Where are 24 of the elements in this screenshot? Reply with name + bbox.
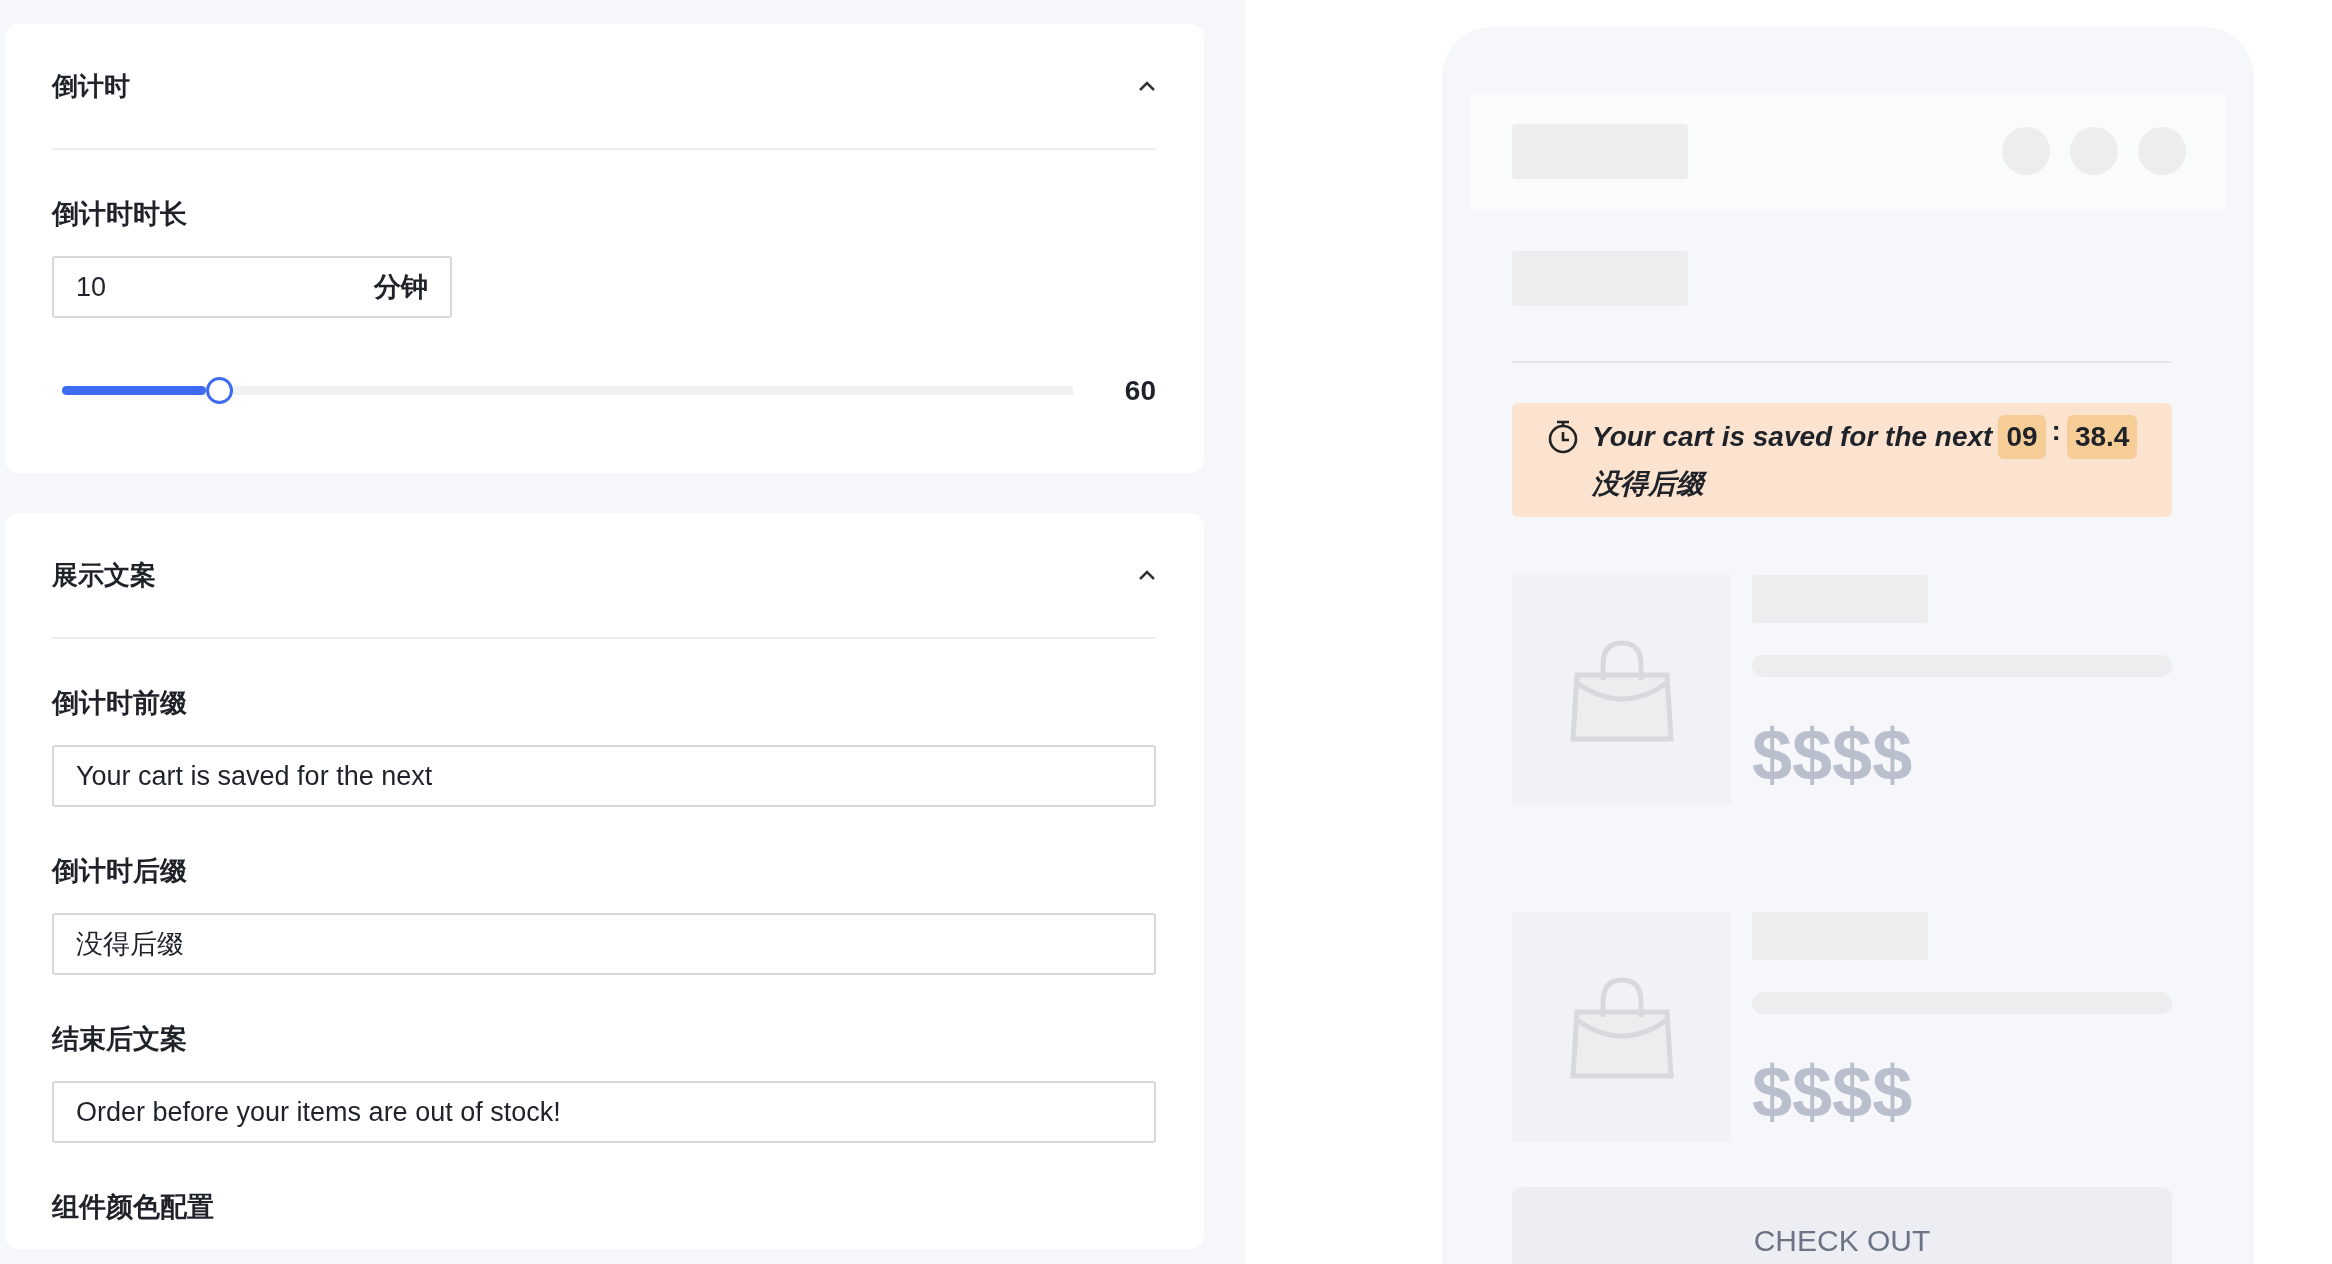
field-label: 倒计时前缀 xyxy=(52,687,188,720)
section-title: 倒计时 xyxy=(52,69,130,103)
collapse-icon[interactable] xyxy=(1138,80,1156,92)
price-label: $$$$ xyxy=(1752,1056,1913,1128)
collapse-icon[interactable] xyxy=(1138,569,1156,581)
field-label: 倒计时后缀 xyxy=(52,855,188,888)
banner-prefix: Your cart is saved for the next xyxy=(1592,421,1993,453)
section-title: 展示文案 xyxy=(52,558,156,592)
slider-thumb[interactable] xyxy=(205,377,233,404)
text-field[interactable]: Your cart is saved for the next xyxy=(52,745,1156,807)
slider-max-value: 60 xyxy=(1124,374,1156,407)
price-label: $$$$ xyxy=(1752,719,1913,791)
text-field[interactable]: 没得后缀 xyxy=(52,913,1156,975)
stopwatch-icon xyxy=(1546,419,1580,455)
time-separator: : xyxy=(2051,415,2061,447)
field-label: 结束后文案 xyxy=(52,1023,188,1056)
field-label: 倒计时时长 xyxy=(52,198,188,231)
field-label: 组件颜色配置 xyxy=(52,1191,215,1224)
seconds-chip: 38.4 xyxy=(2066,415,2138,459)
text-field[interactable]: Order before your items are out of stock! xyxy=(52,1081,1156,1143)
duration-field[interactable]: 10 分钟 xyxy=(52,256,452,318)
minutes-chip: 09 xyxy=(1998,415,2046,459)
banner-suffix: 没得后缀 xyxy=(1592,465,2138,503)
checkout-button[interactable]: CHECK OUT xyxy=(1512,1187,2172,1264)
